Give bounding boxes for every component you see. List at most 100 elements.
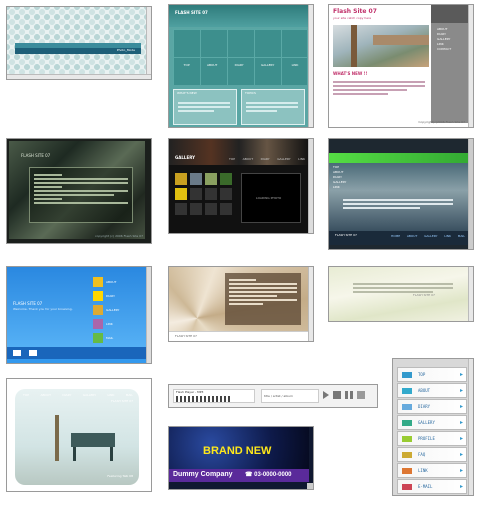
menu-bullet [402, 388, 412, 394]
thumbnail-player-widget[interactable]: Flash Player - MP3 title / artist / albu… [168, 384, 378, 408]
nav-item[interactable]: DIARY [261, 157, 270, 162]
nav-item[interactable]: TOP [23, 393, 29, 398]
gallery-thumb[interactable] [175, 203, 187, 215]
gallery-thumb[interactable] [205, 188, 217, 200]
gallery-thumb[interactable] [205, 173, 217, 185]
gallery-thumb[interactable] [175, 173, 187, 185]
thumbnail-pattern-site[interactable]: Photo_Mode [6, 6, 152, 80]
site-title: FLASH SITE 07 [21, 153, 51, 158]
menu-row[interactable]: E-MAIL ▸ [397, 479, 467, 494]
box-heading: WHAT'S NEW [177, 91, 197, 95]
menu-row[interactable]: ABOUT ▸ [397, 383, 467, 398]
bottom-button[interactable] [29, 350, 37, 356]
gallery-thumb[interactable] [220, 203, 232, 215]
next-icon[interactable] [357, 391, 365, 399]
thumbnail-brand-banner[interactable]: BRAND NEW Dummy Company ☎ 03-0000-0000 [168, 426, 314, 490]
gallery-thumb[interactable] [205, 203, 217, 215]
resize-handle[interactable] [307, 483, 313, 489]
nav-item[interactable]: TOP [184, 63, 190, 69]
gallery-thumb[interactable] [175, 188, 187, 200]
nav-item[interactable]: ABOUT [207, 63, 217, 69]
thumbnail-bench-site[interactable]: TOP ABOUT DIARY GALLERY LINK MAIL FLASH … [6, 378, 152, 492]
chevron-right-icon: ▸ [459, 403, 463, 410]
side-menu: ABOUT DIARY GALLERY LINK CONTACT [431, 5, 469, 123]
nav-item[interactable]: TOP [229, 157, 235, 162]
icon-menu: ABOUT DIARY GALLERY LINK MAIL [93, 275, 143, 345]
thumbnail-photo-site[interactable]: Flash Site 07 your site catch copy here … [328, 4, 474, 128]
site-subtitle: your site catch copy here [333, 16, 372, 20]
scrollbar[interactable] [468, 267, 473, 321]
menu-item: TOP [418, 372, 426, 377]
nav-item[interactable]: HOME [391, 234, 400, 239]
menu-row[interactable]: ABOUT [93, 275, 143, 289]
menu-row[interactable]: DIARY ▸ [397, 399, 467, 414]
nav-item[interactable]: LINK [108, 393, 115, 398]
menu-row[interactable]: DIARY [93, 289, 143, 303]
nav-item[interactable]: GALLERY [424, 234, 437, 239]
menu-row[interactable]: GALLERY ▸ [397, 415, 467, 430]
menu-item[interactable]: LINK [333, 185, 346, 190]
nav-item[interactable]: DIARY [235, 63, 244, 69]
pause-icon[interactable] [345, 391, 353, 399]
nav-item[interactable]: MAIL [126, 393, 133, 398]
menu-row[interactable]: GALLERY [93, 303, 143, 317]
thumbnail-water-site[interactable]: TOP ABOUT DIARY GALLERY LINK FLASH SITE … [328, 138, 474, 250]
nav-item[interactable]: GALLERY [261, 63, 274, 69]
info-panel: title / artist / album [261, 389, 319, 403]
thumbnail-paper-site[interactable]: FLASH SITE 07 [328, 266, 474, 322]
nav-item[interactable]: ABOUT [407, 234, 417, 239]
nav-item[interactable]: GALLERY [83, 393, 96, 398]
thumbnail-gallery-site[interactable]: GALLERY TOP ABOUT DIARY GALLERY LINK LOA… [168, 138, 314, 234]
thumbnail-dark-glass-site[interactable]: FLASH SITE 07 copyright (c) 2006 Flash S… [6, 138, 152, 244]
scrollbar[interactable] [468, 139, 473, 249]
stop-icon[interactable] [333, 391, 341, 399]
scrollbar[interactable] [146, 7, 151, 79]
header-photo [333, 25, 429, 67]
menu-item[interactable]: CONTACT [437, 47, 451, 52]
gallery-thumb[interactable] [190, 203, 202, 215]
menu-row[interactable]: MAIL [93, 331, 143, 345]
text-lines [34, 172, 128, 206]
menu-row[interactable]: TOP ▸ [397, 367, 467, 382]
scrollbar[interactable] [468, 5, 473, 127]
chevron-right-icon: ▸ [459, 387, 463, 394]
menu-item: GALLERY [418, 420, 435, 425]
nav-item[interactable]: LINK [444, 234, 451, 239]
menu-thumb-icon [93, 319, 103, 329]
track-info: title / artist / album [264, 394, 293, 398]
menu-row[interactable]: LINK [93, 317, 143, 331]
scrollbar-horizontal[interactable] [7, 74, 151, 79]
gallery-thumb[interactable] [220, 188, 232, 200]
chevron-right-icon: ▸ [459, 483, 463, 490]
nav-item[interactable]: GALLERY [277, 157, 290, 162]
thumbnail-teal-site[interactable]: FLASH SITE 07 TOP ABOUT DIARY GALLERY LI… [168, 4, 314, 128]
menu-row[interactable]: FAQ ▸ [397, 447, 467, 462]
play-icon[interactable] [323, 391, 329, 399]
gallery-thumb[interactable] [190, 173, 202, 185]
thumbnail-side-menu[interactable]: TOP ▸ ABOUT ▸ DIARY ▸ GALLERY ▸ PROFILE … [392, 358, 474, 496]
menu-row[interactable]: LINK ▸ [397, 463, 467, 478]
scrollbar[interactable] [468, 359, 473, 495]
nav-item[interactable]: ABOUT [243, 157, 253, 162]
scrollbar[interactable] [308, 267, 313, 341]
site-title: FLASH SITE 07 [13, 301, 43, 306]
nav-item[interactable]: LINK [298, 157, 305, 162]
menu-item: MAIL [106, 335, 114, 340]
bottom-bar [7, 347, 147, 359]
scrollbar[interactable] [146, 267, 151, 363]
gallery-thumb[interactable] [220, 173, 232, 185]
scrollbar[interactable] [308, 5, 313, 127]
menu-bullet [402, 372, 412, 378]
nav-item[interactable]: ABOUT [40, 393, 50, 398]
gallery-thumb[interactable] [190, 188, 202, 200]
nav-item[interactable]: MAIL [458, 234, 465, 239]
nav-item[interactable]: DIARY [62, 393, 71, 398]
scrollbar[interactable] [308, 139, 313, 233]
bottom-button[interactable] [13, 350, 21, 356]
menu-thumb-icon [93, 305, 103, 315]
menu-row[interactable]: PROFILE ▸ [397, 431, 467, 446]
menu-item: ABOUT [106, 279, 117, 284]
thumbnail-blue-site[interactable]: FLASH SITE 07 Welcome. Thank you for you… [6, 266, 152, 364]
nav-item[interactable]: LINK [292, 63, 299, 69]
thumbnail-beige-site[interactable]: FLASH SITE 07 [168, 266, 314, 342]
